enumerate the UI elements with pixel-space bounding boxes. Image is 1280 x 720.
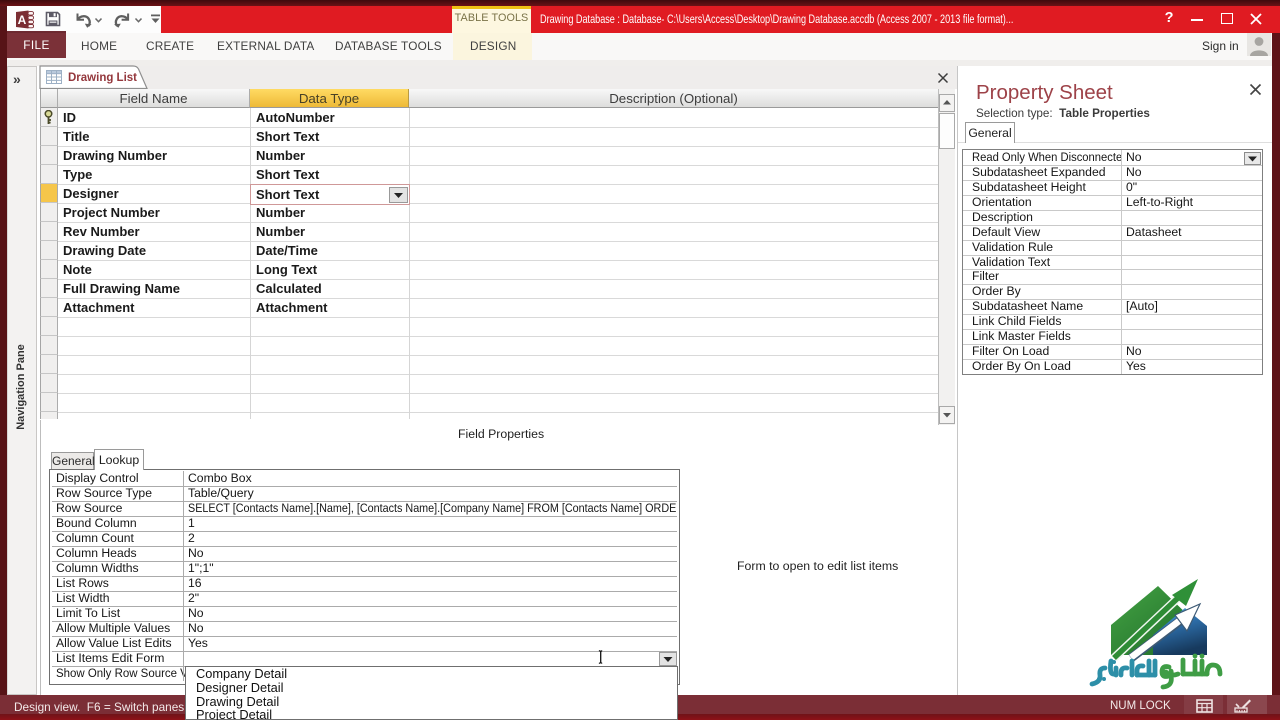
svg-text:A: A bbox=[18, 13, 27, 27]
